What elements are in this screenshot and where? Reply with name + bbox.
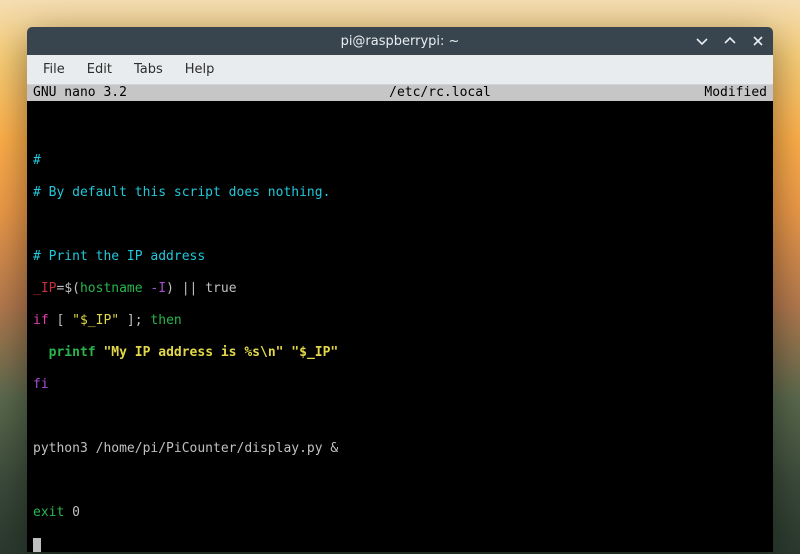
code-line: # (33, 153, 767, 169)
menu-edit[interactable]: Edit (77, 58, 122, 81)
text: ]; (119, 313, 150, 328)
nano-header: GNU nano 3.2 /etc/rc.local Modified (27, 85, 773, 101)
window-controls (695, 34, 765, 48)
terminal-area[interactable]: GNU nano 3.2 /etc/rc.local Modified # # … (27, 85, 773, 552)
string: "My IP address is %s\n" (103, 345, 291, 360)
subshell-open: $( (64, 281, 80, 296)
text: 0 (64, 505, 80, 520)
variable: _IP (33, 281, 56, 296)
command-line: python3 /home/pi/PiCounter/display.py & (33, 441, 338, 456)
flag: -I (150, 281, 166, 296)
code-line: # By default this script does nothing. (33, 185, 767, 201)
command: exit (33, 505, 64, 520)
nano-status: Modified (647, 85, 767, 101)
terminal-window: pi@raspberrypi: ~ File Edit Tabs Help GN… (27, 27, 773, 552)
nano-editor-body[interactable]: # # By default this script does nothing.… (27, 101, 773, 552)
code-line: # Print the IP address (33, 249, 767, 265)
code-line: _IP=$(hostname -I) || true (33, 281, 767, 297)
menu-help[interactable]: Help (175, 58, 225, 81)
menu-file[interactable]: File (33, 58, 75, 81)
cursor-line (33, 537, 767, 552)
nano-file-path: /etc/rc.local (233, 85, 647, 101)
close-button[interactable] (751, 34, 765, 48)
string: "$_IP" (72, 313, 119, 328)
code-line: if [ "$_IP" ]; then (33, 313, 767, 329)
code-line (33, 473, 767, 489)
titlebar[interactable]: pi@raspberrypi: ~ (27, 27, 773, 55)
code-line (33, 121, 767, 137)
text: || true (174, 281, 237, 296)
command: printf (49, 345, 104, 360)
code-line: exit 0 (33, 505, 767, 521)
code-line: fi (33, 377, 767, 393)
code-line (33, 217, 767, 233)
keyword-then: then (150, 313, 181, 328)
indent (33, 345, 49, 360)
text: [ (49, 313, 72, 328)
menubar: File Edit Tabs Help (27, 55, 773, 85)
code-line: python3 /home/pi/PiCounter/display.py & (33, 441, 767, 457)
maximize-button[interactable] (723, 34, 737, 48)
nano-app-name: GNU nano 3.2 (33, 85, 233, 101)
window-title: pi@raspberrypi: ~ (27, 34, 773, 49)
keyword-if: if (33, 313, 49, 328)
comment: # Print the IP address (33, 249, 205, 264)
menu-tabs[interactable]: Tabs (124, 58, 173, 81)
cursor-icon (33, 538, 41, 552)
comment: # (33, 153, 41, 168)
comment: # By default this script does nothing. (33, 185, 330, 200)
keyword-fi: fi (33, 377, 49, 392)
command: hostname (80, 281, 150, 296)
subshell-close: ) (166, 281, 174, 296)
string: "$_IP" (291, 345, 338, 360)
minimize-button[interactable] (695, 34, 709, 48)
code-line: printf "My IP address is %s\n" "$_IP" (33, 345, 767, 361)
code-line (33, 409, 767, 425)
